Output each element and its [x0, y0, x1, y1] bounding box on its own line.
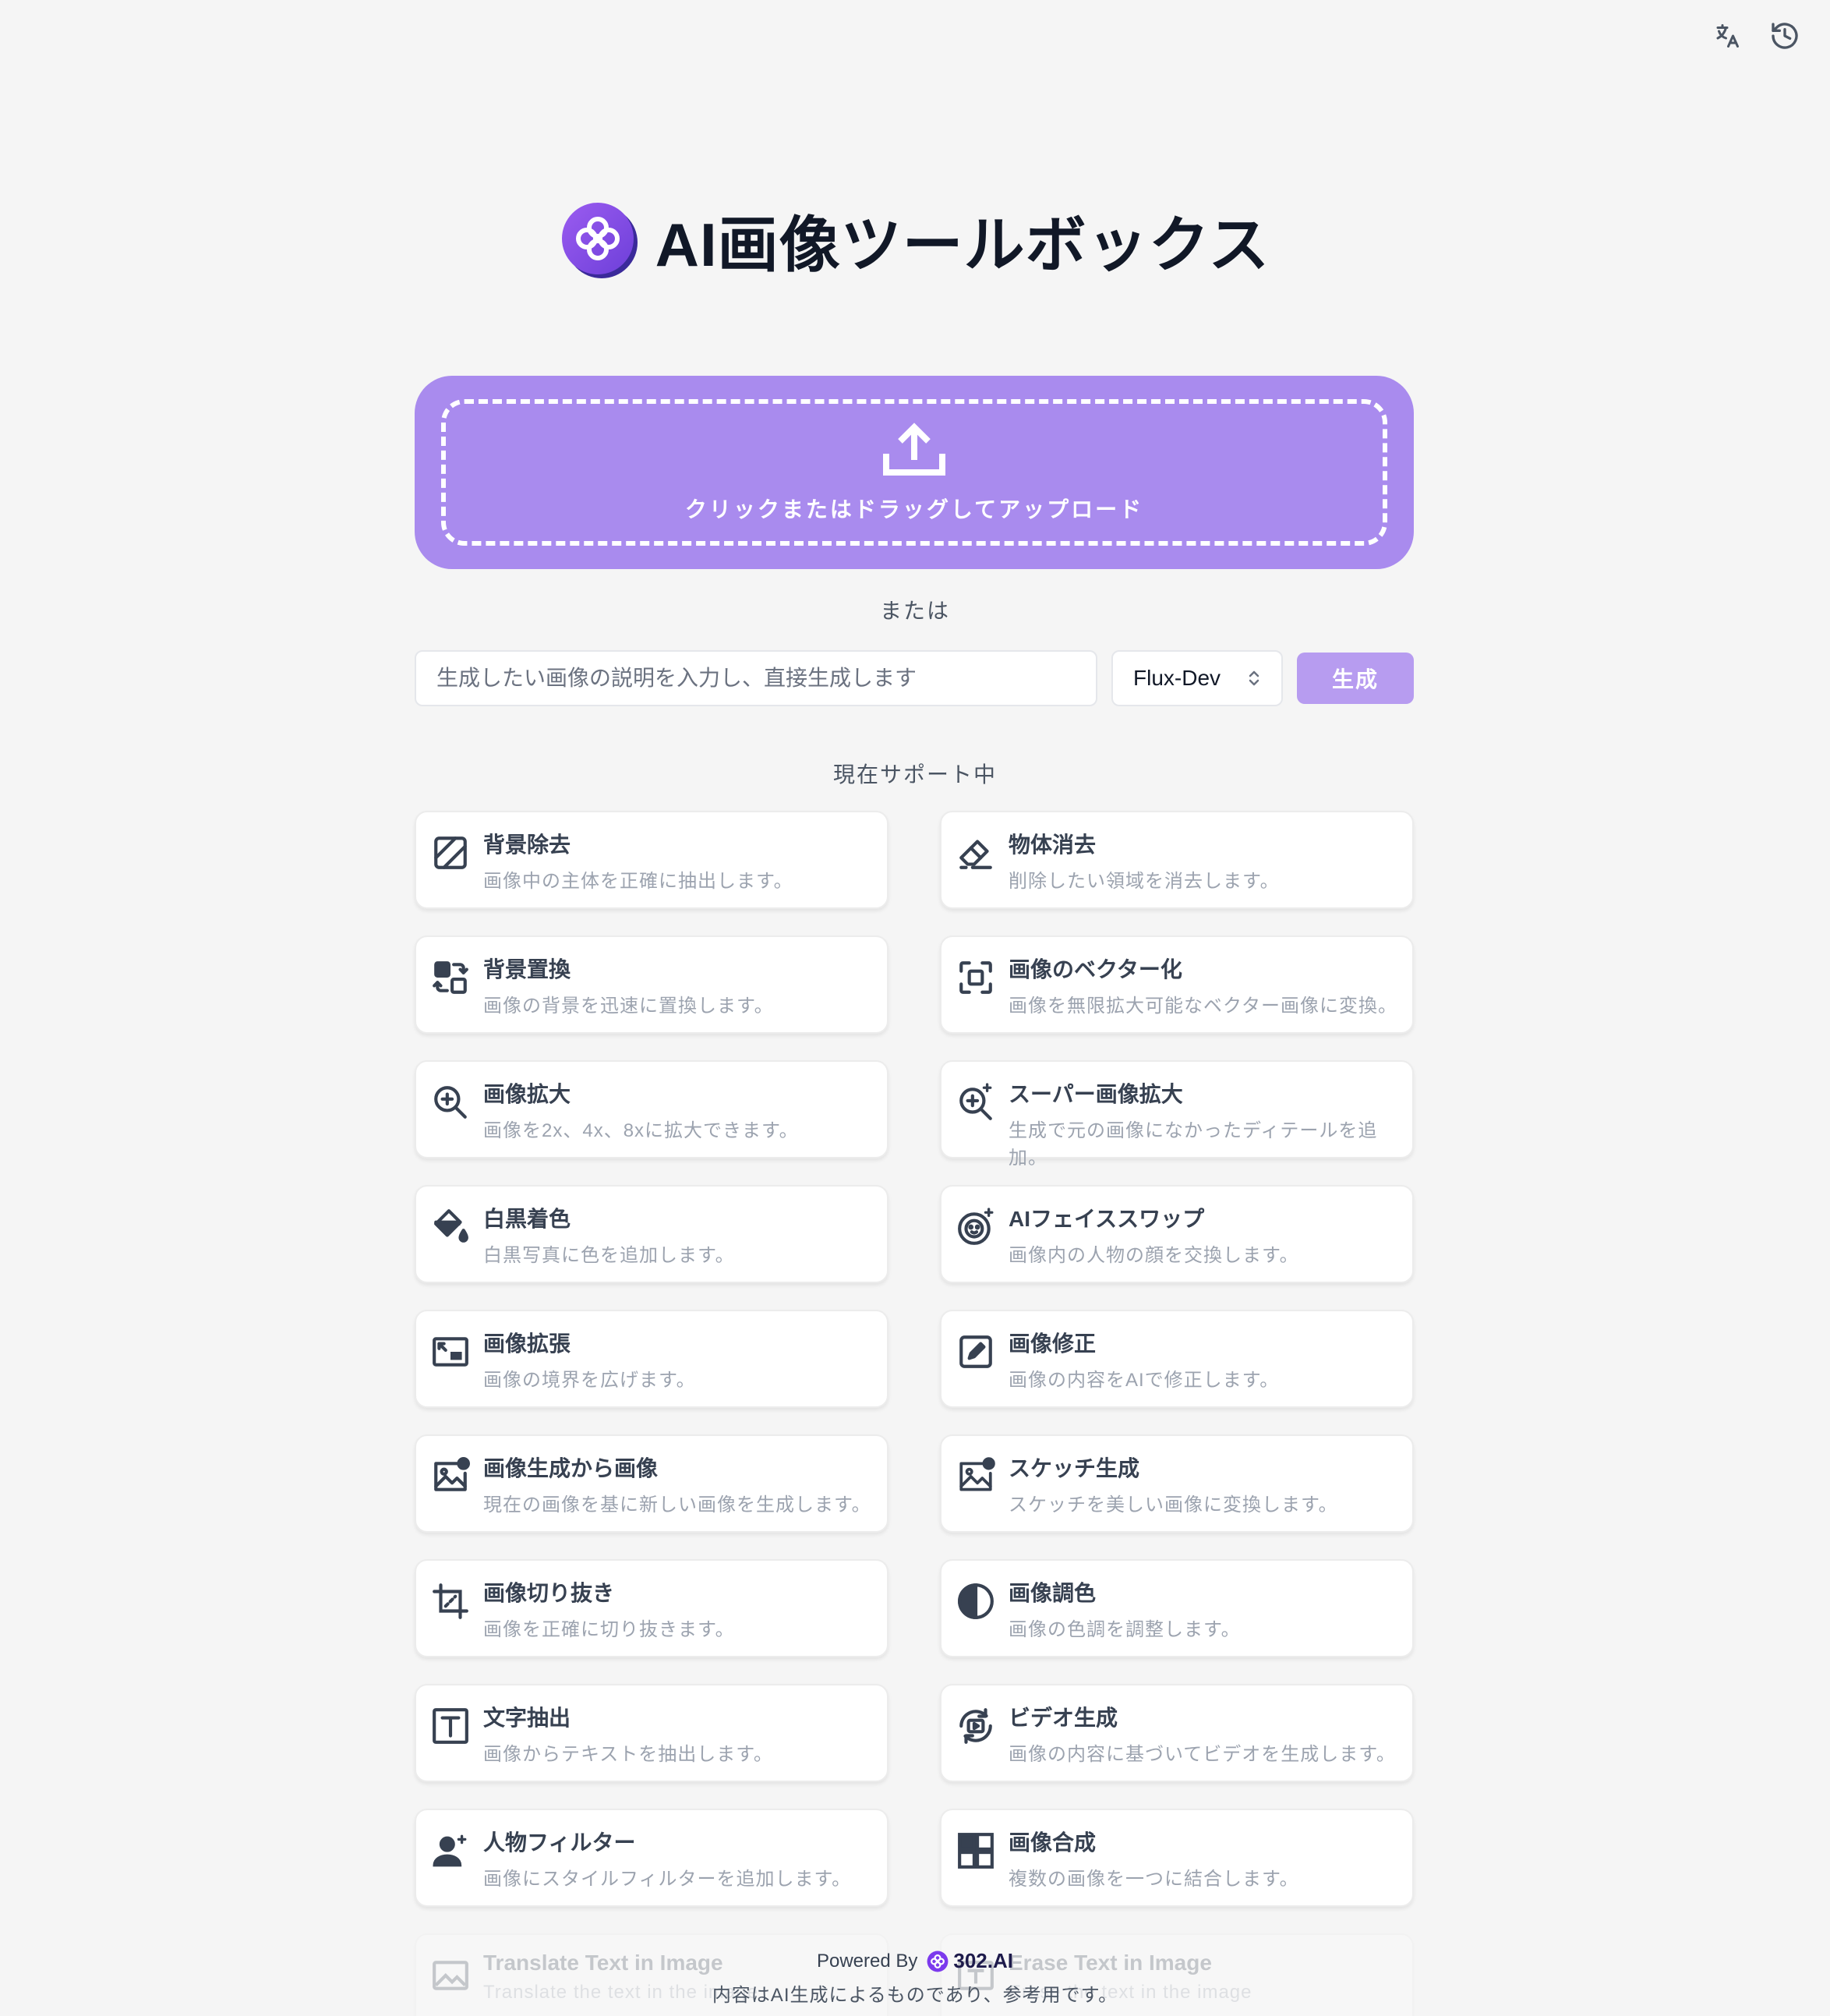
- tool-title: 物体消去: [1009, 833, 1097, 857]
- person-filter-icon: [430, 1830, 471, 1871]
- prompt-input[interactable]: [415, 650, 1097, 706]
- tool-card-person-filter[interactable]: 人物フィルター画像にスタイルフィルターを追加します。: [415, 1809, 889, 1907]
- tool-desc: 複数の画像を一つに結合します。: [1009, 1869, 1299, 1890]
- tool-desc: 画像の内容をAIで修正します。: [1009, 1370, 1280, 1391]
- powered-by-label: Powered By: [816, 1950, 918, 1972]
- tool-desc: 生成で元の画像になかったディテールを追加。: [1009, 1120, 1378, 1169]
- vectorize-icon: [956, 957, 996, 998]
- tool-desc: 画像を無限拡大可能なベクター画像に変換。: [1009, 996, 1398, 1017]
- tool-card-object-erase[interactable]: 物体消去削除したい領域を消去します。: [940, 811, 1414, 909]
- tool-card-image-expand[interactable]: 画像拡張画像の境界を広げます。: [415, 1310, 889, 1408]
- model-select[interactable]: Flux-Dev: [1111, 650, 1283, 706]
- tool-card-video[interactable]: ビデオ生成画像の内容に基づいてビデオを生成します。: [940, 1684, 1414, 1782]
- tool-desc: 現在の画像を基に新しい画像を生成します。: [483, 1494, 871, 1516]
- history-icon[interactable]: [1768, 19, 1802, 53]
- tool-title: AIフェイススワップ: [1009, 1207, 1205, 1231]
- tool-card-background-replace[interactable]: 背景置換画像の背景を迅速に置換します。: [415, 935, 889, 1034]
- tool-card-upscale[interactable]: 画像拡大画像を2x、4x、8xに拡大できます。: [415, 1060, 889, 1158]
- tool-title: 画像拡張: [483, 1332, 571, 1356]
- translate-icon[interactable]: [1710, 19, 1744, 53]
- tool-desc: 画像の背景を迅速に置換します。: [483, 996, 774, 1017]
- tool-title: 画像のベクター化: [1009, 957, 1182, 981]
- model-select-value: Flux-Dev: [1133, 666, 1221, 690]
- tool-card-vectorize[interactable]: 画像のベクター化画像を無限拡大可能なベクター画像に変換。: [940, 935, 1414, 1034]
- expand-image-icon: [430, 1332, 471, 1372]
- paint-bucket-icon: [430, 1207, 471, 1247]
- tool-title: 人物フィルター: [483, 1830, 636, 1855]
- face-swap-icon: [956, 1207, 996, 1247]
- tool-card-image-edit[interactable]: 画像修正画像の内容をAIで修正します。: [940, 1310, 1414, 1408]
- or-divider-text: または: [879, 599, 950, 623]
- tool-card-color-adjust[interactable]: 画像調色画像の色調を調整します。: [940, 1559, 1414, 1657]
- tool-card-image-to-image[interactable]: 画像生成から画像現在の画像を基に新しい画像を生成します。: [415, 1434, 889, 1533]
- tool-desc: 画像の境界を広げます。: [483, 1370, 696, 1391]
- tool-title: スケッチ生成: [1009, 1456, 1140, 1480]
- tool-title: 文字抽出: [483, 1706, 571, 1730]
- tool-desc: 削除したい領域を消去します。: [1009, 871, 1280, 892]
- footer-note: 内容はAI生成によるものであり、参考用です。: [712, 1985, 1118, 2006]
- tools-grid: 背景除去 画像中の主体を正確に抽出します。 物体消去 削除したい領域を消去します。 …: [415, 811, 1414, 2016]
- tool-desc: 画像中の主体を正確に抽出します。: [483, 871, 793, 892]
- brand-name: 302.AI: [953, 1949, 1013, 1972]
- footer: Powered By 302.AI 内容はAI生成によるものであり、参考用です。: [0, 1949, 1830, 2007]
- upload-icon: [883, 423, 945, 476]
- tool-title: 画像調色: [1009, 1581, 1097, 1605]
- tool-title: スーパー画像拡大: [1009, 1082, 1183, 1106]
- brand-logo-icon: [927, 1951, 949, 1972]
- supported-title: 現在サポート中: [832, 762, 997, 787]
- tool-title: 画像合成: [1009, 1830, 1097, 1855]
- app-logo: [561, 203, 638, 278]
- tool-title: ビデオ生成: [1009, 1706, 1118, 1730]
- chevron-up-down-icon: [1249, 670, 1259, 686]
- zoom-in-icon: [430, 1082, 471, 1123]
- generate-button[interactable]: 生成: [1297, 653, 1414, 704]
- tool-desc: 画像の内容に基づいてビデオを生成します。: [1009, 1744, 1396, 1765]
- tool-desc: 画像を正確に切り抜きます。: [483, 1619, 735, 1640]
- contrast-icon: [956, 1581, 996, 1622]
- powered-by: Powered By 302.AI: [0, 1949, 1830, 1973]
- page-title: AI画像ツールボックス: [655, 210, 1270, 279]
- tool-card-super-upscale[interactable]: スーパー画像拡大生成で元の画像になかったディテールを追加。: [940, 1060, 1414, 1169]
- background-remove-icon: [430, 833, 471, 873]
- top-toolbar: [1710, 19, 1802, 53]
- tool-card-colorize[interactable]: 白黒着色白黒写真に色を追加します。: [415, 1185, 889, 1283]
- tool-desc: 画像内の人物の顔を交換します。: [1009, 1245, 1299, 1266]
- tool-card-crop[interactable]: 画像切り抜き画像を正確に切り抜きます。: [415, 1559, 889, 1657]
- tool-title: 白黒着色: [483, 1207, 571, 1231]
- tool-title: 画像生成から画像: [483, 1456, 659, 1480]
- tool-card-merge[interactable]: 画像合成複数の画像を一つに結合します。: [940, 1809, 1414, 1907]
- text-icon: [430, 1706, 471, 1746]
- eraser-icon: [956, 833, 996, 873]
- tool-desc: 白黒写真に色を追加します。: [483, 1245, 735, 1266]
- tool-desc: 画像を2x、4x、8xに拡大できます。: [483, 1120, 799, 1141]
- generate-row: Flux-Dev 生成: [415, 650, 1414, 706]
- upload-label: クリックまたはドラッグしてアップロード: [684, 497, 1144, 522]
- brand-link[interactable]: 302.AI: [927, 1949, 1013, 1973]
- merge-icon: [956, 1830, 996, 1871]
- tool-card-sketch[interactable]: スケッチ生成スケッチを美しい画像に変換します。: [940, 1434, 1414, 1533]
- tool-title: 画像修正: [1009, 1332, 1097, 1356]
- tool-desc: 画像にスタイルフィルターを追加します。: [483, 1869, 852, 1890]
- tool-title: 背景除去: [483, 833, 571, 857]
- video-icon: [956, 1706, 996, 1746]
- tool-card-text-extract[interactable]: 文字抽出画像からテキストを抽出します。: [415, 1684, 889, 1782]
- super-zoom-icon: [956, 1082, 996, 1123]
- image-plus-icon: [430, 1456, 471, 1497]
- replace-icon: [430, 957, 471, 998]
- tool-card-face-swap[interactable]: AIフェイススワップ画像内の人物の顔を交換します。: [940, 1185, 1414, 1283]
- tool-title: 背景置換: [483, 957, 571, 981]
- upload-dropzone[interactable]: クリックまたはドラッグしてアップロード: [415, 376, 1414, 569]
- tool-desc: 画像からテキストを抽出します。: [483, 1744, 773, 1765]
- upload-dropzone-border[interactable]: クリックまたはドラッグしてアップロード: [441, 399, 1387, 546]
- tool-title: 画像切り抜き: [483, 1581, 615, 1605]
- tool-title: 画像拡大: [483, 1082, 571, 1106]
- tool-card-background-remove[interactable]: 背景除去画像中の主体を正確に抽出します。: [415, 811, 889, 909]
- tool-desc: 画像の色調を調整します。: [1009, 1619, 1241, 1640]
- crop-icon: [430, 1581, 471, 1622]
- sketch-icon: [956, 1456, 996, 1497]
- page-header: AI画像ツールボックス: [0, 196, 1830, 284]
- edit-icon: [956, 1332, 996, 1372]
- tool-desc: スケッチを美しい画像に変換します。: [1009, 1494, 1338, 1516]
